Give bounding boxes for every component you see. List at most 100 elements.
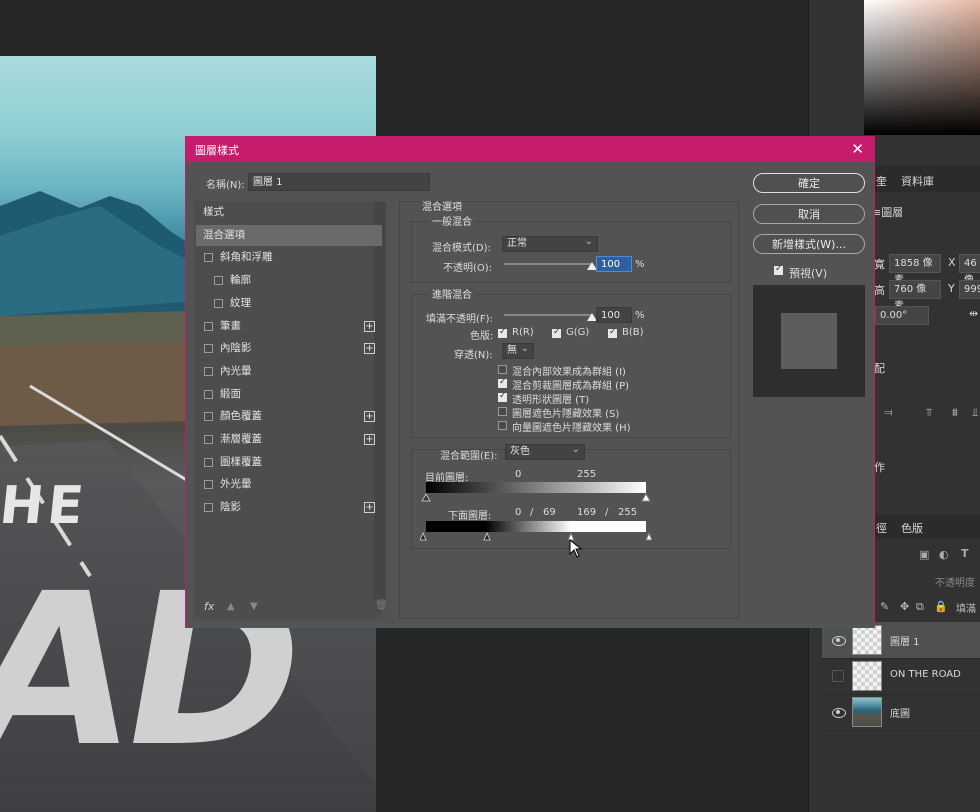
fx-icon[interactable]: fx: [204, 600, 214, 613]
option-checkbox[interactable]: [498, 421, 507, 430]
style-list-item[interactable]: 圖樣覆蓋: [196, 452, 382, 473]
underlying-value: 0: [515, 507, 522, 518]
add-effect-icon[interactable]: +: [364, 502, 375, 514]
flip-icon[interactable]: ⇹: [969, 307, 978, 320]
style-list-item[interactable]: 紋理: [196, 293, 382, 314]
style-list-item[interactable]: 緞面: [196, 384, 382, 405]
libraries-tabbar: 奎 資料庫: [865, 166, 980, 192]
option-checkbox[interactable]: [498, 407, 507, 416]
layer-row[interactable]: 底圖: [822, 694, 980, 731]
layer-name[interactable]: 底圖: [890, 705, 910, 720]
tab-paths[interactable]: 徑: [876, 520, 887, 536]
option-checkbox[interactable]: [498, 365, 507, 374]
option-checkbox[interactable]: [498, 391, 507, 402]
ok-button[interactable]: 確定: [753, 173, 865, 193]
mouse-cursor-icon: [569, 539, 583, 558]
style-checkbox[interactable]: [204, 389, 213, 399]
this-layer-high: 255: [577, 469, 597, 480]
lock-row[interactable]: ✎ ✥ ⧉ 🔒 填滿: [876, 600, 980, 616]
new-style-button[interactable]: 新增樣式(W)...: [753, 234, 865, 254]
style-list-item[interactable]: 混合選項: [196, 224, 382, 246]
style-list-item[interactable]: 內光暈: [196, 361, 382, 382]
layer-filter-row[interactable]: ▣ ◐ T: [865, 545, 980, 565]
style-checkbox[interactable]: [204, 457, 213, 467]
add-effect-icon[interactable]: +: [364, 411, 375, 423]
option-label: 圖層遮色片隱藏效果 (S): [512, 409, 620, 420]
cancel-button[interactable]: 取消: [753, 204, 865, 224]
visibility-empty-box[interactable]: [832, 670, 844, 682]
eye-icon[interactable]: [832, 708, 846, 718]
angle-field[interactable]: 0.00°: [875, 306, 929, 325]
style-checkbox[interactable]: [204, 435, 213, 444]
style-label: 陰影: [220, 501, 241, 514]
image-filter-icon: ▣: [919, 548, 930, 561]
option-label: 混合剪裁圖層成為群組 (P): [512, 381, 630, 392]
tab-libraries[interactable]: 資料庫: [901, 173, 934, 189]
x-label: X: [948, 256, 956, 269]
close-icon[interactable]: ✕: [851, 140, 864, 158]
height-field[interactable]: 760 像素: [889, 280, 941, 312]
layer-style-dialog: 圖層樣式 ✕ 名稱(N): 圖層 1 fx ▲ ▼ 🗑 混合選項 一般混合 混合…: [185, 136, 875, 628]
channels-label: 色版:: [470, 331, 494, 342]
option-checkbox[interactable]: [498, 377, 507, 388]
blend-mode-select[interactable]: 正常: [502, 235, 598, 252]
style-checkbox[interactable]: [204, 344, 213, 354]
this-layer-handles[interactable]: [420, 493, 652, 503]
channel-g-checkbox[interactable]: [552, 327, 561, 338]
style-checkbox[interactable]: [214, 276, 223, 286]
move-down-icon[interactable]: ▼: [250, 601, 258, 612]
fill-opacity-input[interactable]: 100: [596, 307, 632, 323]
y-field[interactable]: 999: [959, 280, 980, 299]
style-checkbox[interactable]: [204, 321, 213, 331]
style-checkbox[interactable]: [204, 480, 213, 490]
opacity-input[interactable]: 100: [596, 256, 632, 272]
trash-icon[interactable]: 🗑: [375, 600, 388, 611]
fill-opacity-slider[interactable]: [504, 314, 592, 316]
style-list-item[interactable]: 漸層覆蓋 +: [196, 429, 382, 450]
style-list-item[interactable]: 陰影 +: [196, 497, 382, 518]
style-list-item[interactable]: 筆畫 +: [196, 316, 382, 337]
style-list-item[interactable]: 輪廓: [196, 270, 382, 291]
underlying-layer-label: 下面圖層:: [448, 511, 492, 522]
style-preview-swatch: [753, 285, 865, 397]
add-effect-icon[interactable]: +: [364, 343, 375, 355]
knockout-select[interactable]: 無: [502, 342, 534, 359]
style-checkbox[interactable]: [204, 503, 213, 513]
style-checkbox[interactable]: [204, 412, 213, 422]
style-preview-square: [781, 313, 837, 369]
name-field[interactable]: 圖層 1: [248, 173, 430, 191]
add-effect-icon[interactable]: +: [364, 434, 375, 445]
preview-label: 預視(V): [789, 267, 828, 280]
style-checkbox[interactable]: [204, 253, 213, 263]
x-field[interactable]: 46 像: [959, 254, 980, 286]
style-list-item[interactable]: 斜角和浮雕: [196, 247, 382, 268]
lock-position-icon: ✥: [900, 600, 910, 613]
align-icons[interactable]: ⫤ ⫪ ⩩ ⫫: [884, 406, 980, 420]
style-list-item[interactable]: 顏色覆蓋 +: [196, 406, 382, 427]
add-effect-icon[interactable]: +: [364, 320, 375, 332]
tab-partial[interactable]: 奎: [876, 173, 887, 189]
channel-b-checkbox[interactable]: [608, 327, 617, 338]
opacity-slider[interactable]: [504, 263, 592, 265]
style-list-item[interactable]: 樣式: [196, 202, 382, 223]
style-checkbox[interactable]: [214, 298, 223, 308]
layer-name[interactable]: ON THE ROAD: [890, 669, 961, 680]
eye-icon[interactable]: [832, 636, 846, 646]
style-list-item[interactable]: 內陰影 +: [196, 338, 382, 359]
style-label: 圖樣覆蓋: [220, 455, 262, 468]
layer-row[interactable]: ON THE ROAD: [822, 658, 980, 695]
width-field[interactable]: 1858 像素: [889, 254, 941, 286]
style-list-item[interactable]: 外光暈: [196, 474, 382, 495]
style-checkbox[interactable]: [204, 366, 213, 376]
blend-if-select[interactable]: 灰色: [505, 443, 585, 460]
color-picker-field[interactable]: [864, 0, 980, 135]
style-label: 紋理: [230, 296, 251, 309]
opacity-label: 不透明(O):: [443, 263, 493, 274]
preview-checkbox[interactable]: [774, 264, 783, 275]
move-up-icon[interactable]: ▲: [227, 601, 235, 612]
tab-channels[interactable]: 色版: [901, 520, 923, 536]
layer-name[interactable]: 圖層 1: [890, 633, 920, 648]
dialog-titlebar[interactable]: 圖層樣式 ✕: [186, 137, 874, 162]
underlying-layer-handles[interactable]: [420, 532, 652, 542]
channel-r-checkbox[interactable]: [498, 327, 507, 338]
